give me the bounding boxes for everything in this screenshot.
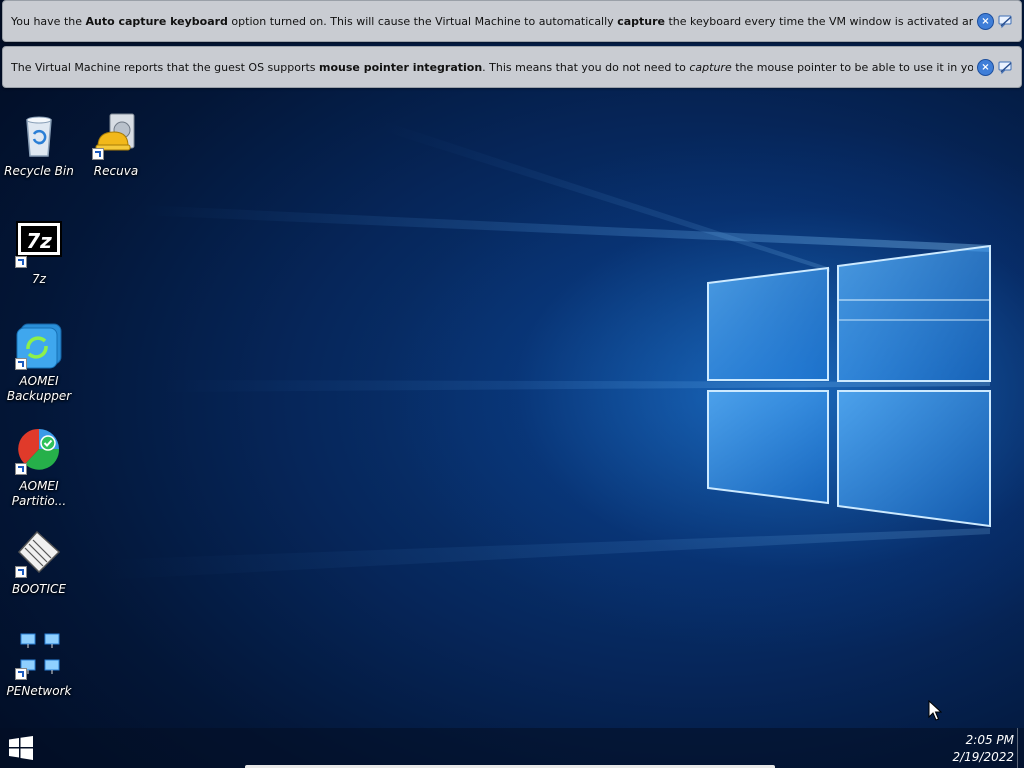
clock-date: 2/19/2022 bbox=[952, 750, 1014, 764]
message-part-italic: capture bbox=[689, 60, 732, 74]
auto-capture-keyboard-notification: You have the Auto capture keyboard optio… bbox=[2, 0, 1022, 42]
desktop-icon-penetwork[interactable]: PENetwork bbox=[1, 632, 77, 699]
clock-time: 2:05 PM bbox=[965, 733, 1014, 747]
close-icon[interactable]: × bbox=[977, 12, 994, 30]
taskbar-clock[interactable]: 2:05 PM 2/19/2022 bbox=[952, 732, 1014, 766]
message-part-bold: mouse pointer integration bbox=[319, 60, 483, 74]
desktop-icon-label: AOMEI Partitio... bbox=[11, 479, 67, 508]
shortcut-arrow-icon bbox=[15, 256, 27, 268]
desktop-icon-label: Recycle Bin bbox=[4, 164, 74, 178]
message-part: the keyboard every time the VM window is… bbox=[668, 14, 973, 28]
svg-text:7z: 7z bbox=[26, 229, 52, 253]
desktop-icon-label: BOOTICE bbox=[12, 582, 66, 596]
shortcut-arrow-icon bbox=[15, 463, 27, 475]
penetwork-icon bbox=[15, 632, 63, 680]
desktop-icon-label: Recuva bbox=[93, 164, 139, 178]
desktop-icon-aomei-partition[interactable]: AOMEI Partitio... bbox=[1, 427, 77, 509]
mouse-cursor-icon bbox=[928, 700, 942, 721]
message-part-bold: Auto capture keyboard bbox=[85, 14, 228, 28]
desktop-icon-label: AOMEI Backupper bbox=[6, 374, 72, 403]
recuva-icon bbox=[92, 112, 140, 160]
desktop-icon-bootice[interactable]: BOOTICE bbox=[1, 530, 77, 597]
message-part: You have the bbox=[11, 14, 86, 28]
desktop-icon-label: PENetwork bbox=[6, 684, 72, 698]
message-part: the mouse pointer to be able to use it i… bbox=[735, 60, 973, 74]
desktop-icon-recuva[interactable]: Recuva bbox=[78, 112, 154, 179]
notification-message: The Virtual Machine reports that the gue… bbox=[11, 61, 973, 74]
shortcut-arrow-icon bbox=[15, 566, 27, 578]
message-part-bold: capture bbox=[617, 14, 665, 28]
recycle-bin-icon bbox=[15, 112, 63, 160]
aomei-backupper-icon bbox=[15, 322, 63, 370]
bootice-icon bbox=[15, 530, 63, 578]
dont-show-again-icon[interactable] bbox=[998, 14, 1013, 29]
desktop-icon-7z[interactable]: 7z 7z bbox=[1, 220, 77, 287]
message-part: option turned on. This will cause the Vi… bbox=[227, 14, 618, 28]
mouse-integration-notification: The Virtual Machine reports that the gue… bbox=[2, 46, 1022, 88]
shortcut-arrow-icon bbox=[15, 668, 27, 680]
desktop-icon-recycle-bin[interactable]: Recycle Bin bbox=[1, 112, 77, 179]
desktop-icon-aomei-backupper[interactable]: AOMEI Backupper bbox=[1, 322, 77, 404]
windows-start-icon[interactable] bbox=[8, 736, 38, 760]
aomei-partition-icon bbox=[15, 427, 63, 475]
dont-show-again-icon[interactable] bbox=[998, 60, 1013, 75]
taskbar: 2:05 PM 2/19/2022 bbox=[0, 728, 1024, 768]
shortcut-arrow-icon bbox=[15, 358, 27, 370]
show-desktop-button[interactable] bbox=[1017, 728, 1024, 768]
message-part: The Virtual Machine reports that the gue… bbox=[11, 60, 320, 74]
close-icon[interactable]: × bbox=[977, 58, 994, 76]
notification-message: You have the Auto capture keyboard optio… bbox=[11, 15, 973, 28]
shortcut-arrow-icon bbox=[92, 148, 104, 160]
desktop-icon-label: 7z bbox=[32, 272, 46, 286]
message-part: . This means that you do not need to bbox=[482, 60, 690, 74]
7zip-icon: 7z bbox=[15, 220, 63, 268]
